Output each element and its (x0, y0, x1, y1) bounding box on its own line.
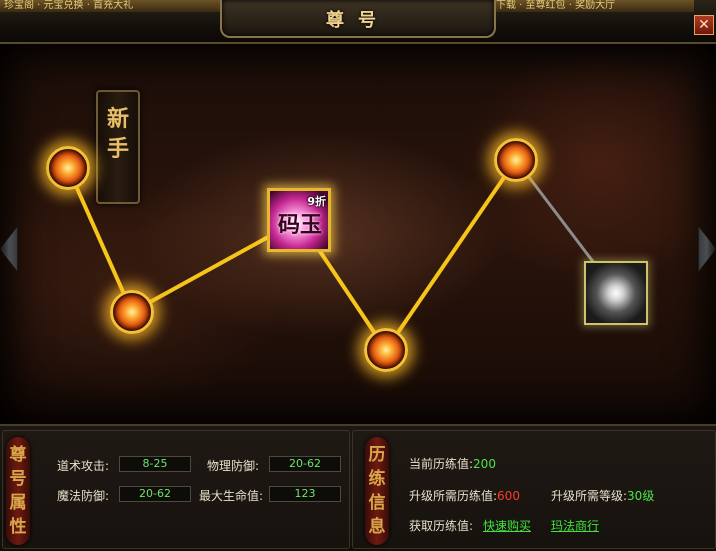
top-left-tabs[interactable]: 珍宝阁 · 元宝兑换 · 首充大礼 (0, 0, 232, 12)
required-exp-row: 升级所需历练值:600 (409, 487, 520, 504)
rank-node-5[interactable] (494, 138, 538, 182)
discount-badge: 9折 (307, 195, 326, 208)
locked-rank-node[interactable] (584, 261, 648, 325)
rank-tier-banner: 新手 (96, 90, 140, 204)
attr-value: 20-62 (269, 456, 341, 472)
rank-node-2[interactable] (110, 290, 154, 334)
required-level-label: 升级所需等级: (551, 489, 628, 503)
info-area: 尊号属性 道术攻击: 8-25 物理防御: 20-62 魔法防御: 20-62 … (0, 424, 716, 551)
current-exp-label: 当前历练值: (409, 457, 474, 471)
required-exp-label: 升级所需历练值: (409, 489, 498, 503)
attributes-panel: 尊号属性 道术攻击: 8-25 物理防御: 20-62 魔法防御: 20-62 … (2, 430, 350, 549)
path-line (384, 158, 518, 352)
obtain-exp-label: 获取历练值: (409, 519, 474, 533)
top-right-tabs[interactable]: 微端下载 · 至尊红包 · 奖励大厅 (470, 0, 694, 12)
required-exp-value: 600 (497, 489, 520, 503)
rank-tier-label: 新手 (106, 106, 129, 162)
title-plate: 尊号 (220, 0, 496, 38)
experience-panel: 历练信息 当前历练值:200 升级所需历练值:600 升级所需等级:30级 获取… (352, 430, 716, 549)
experience-section-label: 历练信息 (365, 437, 389, 545)
attr-label: 道术攻击: (57, 459, 110, 473)
attr-value: 20-62 (119, 486, 191, 502)
required-level-row: 升级所需等级:30级 (551, 487, 654, 504)
attr-label: 最大生命值: (199, 489, 264, 503)
current-rank-node[interactable]: 码玉 9折 (267, 188, 331, 252)
attr-label: 物理防御: (207, 459, 260, 473)
attr-value: 8-25 (119, 456, 191, 472)
rank-node-4[interactable] (364, 328, 408, 372)
attr-label: 魔法防御: (57, 489, 110, 503)
rank-node-1[interactable] (46, 146, 90, 190)
close-icon: ✕ (698, 17, 710, 33)
rank-badge-icon: 码玉 (278, 212, 323, 238)
current-exp-value: 200 (473, 457, 496, 471)
attr-value: 123 (269, 486, 341, 502)
rank-stage: 新手 码玉 9折 (0, 44, 716, 424)
current-exp-row: 当前历练值:200 (409, 455, 496, 472)
attributes-section-label: 尊号属性 (6, 437, 30, 545)
quick-buy-link[interactable]: 快速购买 (483, 517, 531, 534)
top-bar: 珍宝阁 · 元宝兑换 · 首充大礼 微端下载 · 至尊红包 · 奖励大厅 尊号 … (0, 0, 716, 44)
window-title: 尊号 (326, 10, 390, 31)
required-level-value: 30级 (627, 489, 655, 503)
shop-link[interactable]: 玛法商行 (551, 517, 599, 534)
close-button[interactable]: ✕ (694, 15, 714, 35)
